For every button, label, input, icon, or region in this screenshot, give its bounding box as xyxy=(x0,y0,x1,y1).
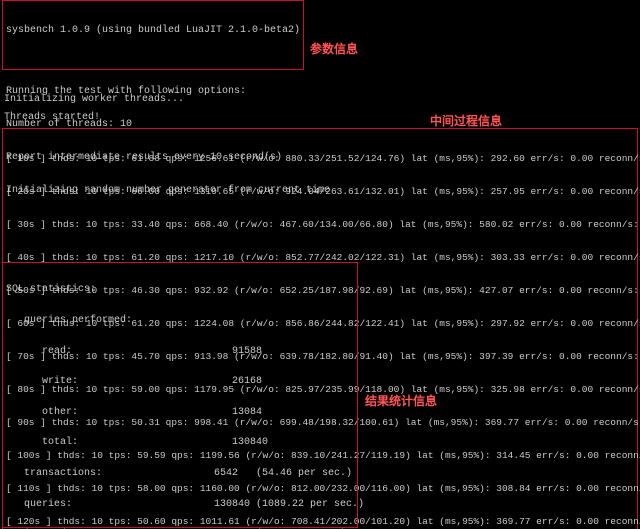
queries-performed: queries performed: xyxy=(6,316,354,326)
read-value: 91588 xyxy=(232,347,262,357)
progress-row: [ 30s ] thds: 10 tps: 33.40 qps: 668.40 … xyxy=(6,219,634,230)
threads-started: Threads started! xyxy=(4,112,100,123)
progress-row: [ 10s ] thds: 10 tps: 61.88 qps: 1256.61… xyxy=(6,153,634,164)
header-box: sysbench 1.0.9 (using bundled LuaJIT 2.1… xyxy=(2,0,304,70)
other-value: 13084 xyxy=(232,408,262,418)
init-workers: Initializing worker threads... xyxy=(4,94,184,105)
write-label: write: xyxy=(6,377,232,387)
transactions-label: transactions: xyxy=(6,469,214,479)
progress-row: [ 20s ] thds: 10 tps: 66.00 qps: 1319.65… xyxy=(6,186,634,197)
read-label: read: xyxy=(6,347,232,357)
sql-stats-title: SQL statistics: xyxy=(6,285,354,295)
anno-result: 结果统计信息 xyxy=(365,392,437,409)
other-label: other: xyxy=(6,408,232,418)
queries-label: queries: xyxy=(6,500,214,510)
anno-mid: 中间过程信息 xyxy=(430,112,502,129)
write-value: 26168 xyxy=(232,377,262,387)
transactions-value: 6542 (54.46 per sec.) xyxy=(214,469,352,479)
queries-value: 130840 (1089.22 per sec.) xyxy=(214,500,364,510)
total-value: 130840 xyxy=(232,438,268,448)
total-label: total: xyxy=(6,438,232,448)
anno-params: 参数信息 xyxy=(310,40,358,57)
stats-box: SQL statistics: queries performed: read:… xyxy=(2,262,358,528)
sysbench-banner: sysbench 1.0.9 (using bundled LuaJIT 2.1… xyxy=(6,25,300,36)
